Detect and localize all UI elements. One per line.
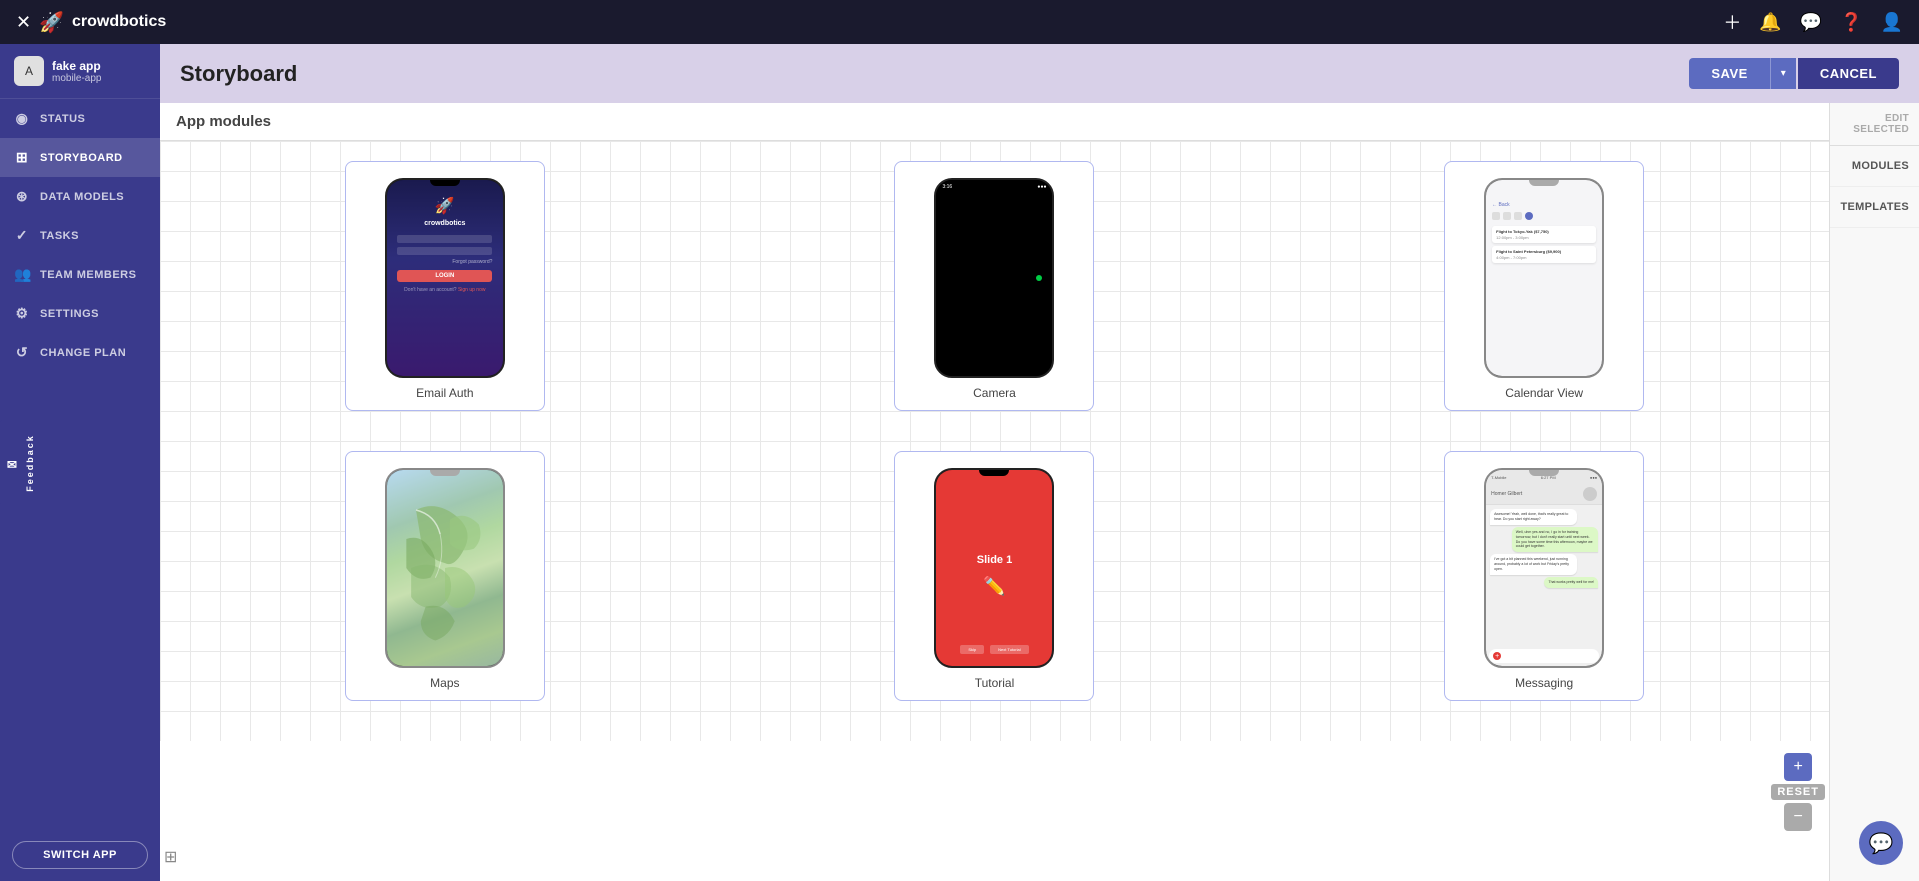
phone-mockup-tutorial: Slide 1 ✏️ Skip Next Tutorial xyxy=(934,468,1054,668)
sidebar-item-status[interactable]: ◉ STATUS xyxy=(0,99,160,138)
save-dropdown-button[interactable]: ▾ xyxy=(1770,58,1796,89)
phone-mockup-email-auth: 🚀 crowdbotics Forgot password? LOGIN Don… xyxy=(385,178,505,378)
storyboard-icon: ⊞ xyxy=(14,149,30,166)
edit-selected-label: EDITSELECTED xyxy=(1840,113,1909,135)
sidebar-label-change-plan: CHANGE PLAN xyxy=(40,347,126,359)
app-sub: mobile-app xyxy=(52,73,101,84)
phone-mockup-messaging: T-Mobile6:27 PM●●● Homer Gilbert Awesome… xyxy=(1484,468,1604,668)
sidebar-item-settings[interactable]: ⚙ SETTINGS xyxy=(0,294,160,333)
storyboard-content: App modules 🚀 crowdbotics Forgo xyxy=(160,103,1919,881)
zoom-in-button[interactable]: + xyxy=(1784,753,1812,781)
switch-app-button[interactable]: SWITCH APP xyxy=(12,841,148,869)
canvas-header: App modules xyxy=(160,103,1829,141)
tab-modules[interactable]: MODULES xyxy=(1830,146,1919,187)
change-plan-icon: ↺ xyxy=(14,344,30,361)
notification-icon[interactable]: 🔔 xyxy=(1759,12,1781,33)
team-icon: 👥 xyxy=(14,266,30,283)
module-label-camera: Camera xyxy=(973,386,1016,400)
app-name: fake app xyxy=(52,59,101,73)
sidebar-item-data-models[interactable]: ⊛ DATA MODELS xyxy=(0,177,160,216)
sidebar: A fake app mobile-app ◉ STATUS ⊞ STORYBO… xyxy=(0,44,160,881)
phone-mockup-calendar: ← Back Flight to Tokyo-Yak ($7,750) 1 xyxy=(1484,178,1604,378)
module-card-calendar-view[interactable]: ← Back Flight to Tokyo-Yak ($7,750) 1 xyxy=(1444,161,1644,411)
page-title: Storyboard xyxy=(180,61,297,87)
feedback-label: Feedback xyxy=(25,434,35,492)
close-button[interactable]: ✕ xyxy=(16,12,31,33)
help-icon[interactable]: ❓ xyxy=(1840,12,1862,33)
sidebar-label-tasks: TASKS xyxy=(40,230,79,242)
settings-icon: ⚙ xyxy=(14,305,30,322)
module-label-tutorial: Tutorial xyxy=(975,676,1015,690)
rocket-icon: 🚀 xyxy=(39,10,64,35)
canvas-controls: + RESET − xyxy=(1771,753,1825,831)
right-panel: EDITSELECTED MODULES TEMPLATES xyxy=(1829,103,1919,881)
module-label-calendar: Calendar View xyxy=(1505,386,1583,400)
module-card-messaging[interactable]: T-Mobile6:27 PM●●● Homer Gilbert Awesome… xyxy=(1444,451,1644,701)
phone-mockup-maps xyxy=(385,468,505,668)
sidebar-label-storyboard: STORYBOARD xyxy=(40,152,123,164)
sidebar-label-status: STATUS xyxy=(40,113,85,125)
storyboard-header: Storyboard SAVE ▾ CANCEL xyxy=(160,44,1919,103)
status-icon: ◉ xyxy=(14,110,30,127)
right-panel-tabs: MODULES TEMPLATES xyxy=(1830,146,1919,228)
module-label-email-auth: Email Auth xyxy=(416,386,473,400)
feedback-icon: ✉ xyxy=(5,455,19,471)
logo-text: crowdbotics xyxy=(72,13,166,31)
save-button[interactable]: SAVE xyxy=(1689,58,1769,89)
cancel-button[interactable]: CANCEL xyxy=(1798,58,1899,89)
top-nav-actions: ＋ 🔔 💬 ❓ 👤 xyxy=(1723,9,1903,35)
data-models-icon: ⊛ xyxy=(14,188,30,205)
sidebar-item-storyboard[interactable]: ⊞ STORYBOARD xyxy=(0,138,160,177)
phone-mockup-camera: 3:16●●● xyxy=(934,178,1054,378)
grid-view-icon[interactable]: ⊞ xyxy=(164,847,177,867)
module-card-tutorial[interactable]: Slide 1 ✏️ Skip Next Tutorial Tutorial xyxy=(894,451,1094,701)
top-nav: ✕ 🚀 crowdbotics ＋ 🔔 💬 ❓ 👤 xyxy=(0,0,1919,44)
edit-selected-area: EDITSELECTED xyxy=(1830,103,1919,146)
module-label-maps: Maps xyxy=(430,676,459,690)
module-label-messaging: Messaging xyxy=(1515,676,1573,690)
module-card-camera[interactable]: 3:16●●● Camera xyxy=(894,161,1094,411)
section-label: App modules xyxy=(176,113,271,130)
chat-widget[interactable]: 💬 xyxy=(1859,821,1903,865)
zoom-out-button[interactable]: − xyxy=(1784,803,1812,831)
reset-button[interactable]: RESET xyxy=(1771,784,1825,800)
user-avatar[interactable]: 👤 xyxy=(1881,12,1903,33)
sidebar-item-change-plan[interactable]: ↺ CHANGE PLAN xyxy=(0,333,160,372)
feedback-tab[interactable]: Feedback ✉ xyxy=(0,420,40,506)
canvas-area[interactable]: App modules 🚀 crowdbotics Forgo xyxy=(160,103,1829,881)
add-icon[interactable]: ＋ xyxy=(1723,9,1741,35)
app-icon: A xyxy=(14,56,44,86)
content-area: Storyboard SAVE ▾ CANCEL App modules xyxy=(160,44,1919,881)
header-actions: SAVE ▾ CANCEL xyxy=(1689,58,1899,89)
sidebar-label-team: TEAM MEMBERS xyxy=(40,269,136,281)
sidebar-item-team-members[interactable]: 👥 TEAM MEMBERS xyxy=(0,255,160,294)
canvas-grid: 🚀 crowdbotics Forgot password? LOGIN Don… xyxy=(160,141,1829,741)
module-card-email-auth[interactable]: 🚀 crowdbotics Forgot password? LOGIN Don… xyxy=(345,161,545,411)
app-logo: 🚀 crowdbotics xyxy=(39,10,166,35)
tab-templates[interactable]: TEMPLATES xyxy=(1830,187,1919,228)
sidebar-label-data-models: DATA MODELS xyxy=(40,191,124,203)
tasks-icon: ✓ xyxy=(14,227,30,244)
module-card-maps[interactable]: Maps xyxy=(345,451,545,701)
sidebar-item-tasks[interactable]: ✓ TASKS xyxy=(0,216,160,255)
sidebar-label-settings: SETTINGS xyxy=(40,308,99,320)
chat-icon[interactable]: 💬 xyxy=(1800,12,1822,33)
app-info[interactable]: A fake app mobile-app xyxy=(0,44,160,99)
